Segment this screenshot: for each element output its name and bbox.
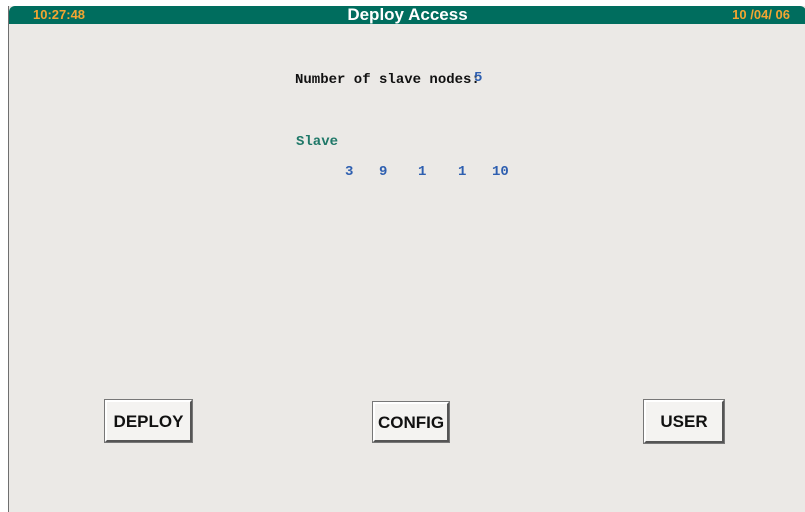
window-title: Deploy Access	[347, 5, 468, 24]
slave-heading: Slave	[296, 134, 339, 150]
slave-value: 1	[418, 164, 427, 180]
config-button[interactable]: CONFIG	[372, 401, 450, 443]
slave-value: 3	[345, 164, 354, 180]
slave-value: 10	[492, 164, 509, 180]
date-display: 10 /04/ 06	[732, 7, 790, 22]
deploy-button[interactable]: DEPLOY	[104, 399, 193, 443]
title-bar: 10:27:48 Deploy Access 10 /04/ 06	[9, 5, 805, 24]
slave-value: 9	[379, 164, 388, 180]
deploy-access-screen: 10:27:48 Deploy Access 10 /04/ 06 Number…	[8, 5, 805, 512]
slave-count-label: Number of slave nodes:	[295, 72, 480, 88]
slave-count-value: 5	[474, 70, 483, 86]
slave-value: 1	[458, 164, 467, 180]
user-button[interactable]: USER	[643, 399, 725, 444]
